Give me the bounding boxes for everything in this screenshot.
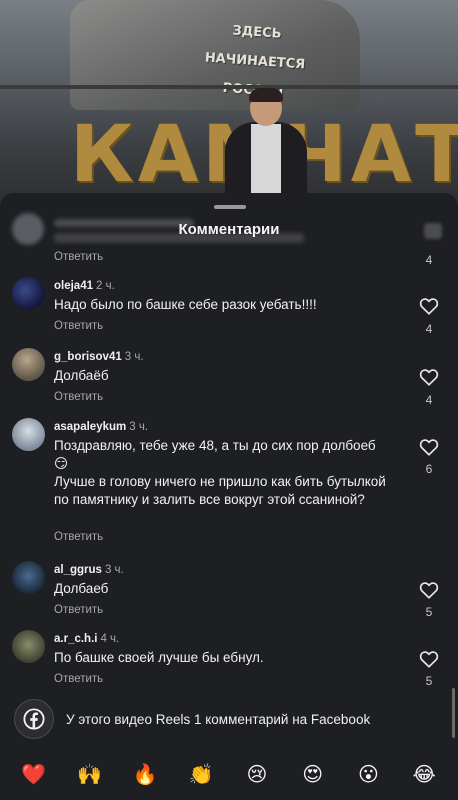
comment-text: Поздравляю, тебе уже 48, а ты до сих пор… [54,438,376,471]
heart-icon[interactable] [419,581,439,599]
comment-text: Долбаеб [54,581,109,596]
like-count: 5 [425,674,433,688]
heart-icon[interactable] [419,438,439,456]
username[interactable]: a.r_c.h.i [54,633,97,645]
comment-text: По башке своей лучше бы ебнул. [54,650,264,665]
reel-video-background: ЗДЕСЬ НАЧИНАЕТСЯ РОССИЯ КАМЧАТКА [0,0,458,215]
username[interactable]: oleja41 [54,280,93,292]
reply-button[interactable]: Ответить [54,673,103,685]
sheet-title: Комментарии [178,221,280,238]
comment-meta: oleja41 2 ч. [54,280,115,292]
comment-text: Долбаёб [54,368,109,383]
quick-reactions-bar: ❤️ 🙌 🔥 👏 😢 😍 😮 😂 [0,751,458,797]
comment-meta: a.r_c.h.i 4 ч. [54,633,119,645]
like-count: 5 [425,605,433,619]
heart-icon[interactable] [419,368,439,386]
surprised-reaction[interactable]: 😮 [353,762,383,786]
like-count: 4 [425,393,433,407]
like-count: 4 [425,253,433,267]
person-in-video [215,88,315,202]
reply-button[interactable]: Ответить [54,320,103,332]
comment-time: 3 ч. [104,564,124,576]
comment-meta: g_borisov41 3 ч. [54,351,144,363]
avatar[interactable] [12,277,45,310]
avatar[interactable] [12,418,45,451]
crying-reaction[interactable]: 😢 [242,762,272,786]
heart-icon[interactable] [419,297,439,315]
fire-reaction[interactable]: 🔥 [130,762,160,786]
reply-button[interactable]: Ответить [54,604,103,616]
facebook-comments-link[interactable]: У этого видео Reels 1 комментарий на Fac… [0,695,458,745]
facebook-icon [14,699,54,739]
fence [0,85,458,89]
sheet-drag-handle[interactable] [214,205,246,209]
comment-meta: al_ggrus 3 ч. [54,564,124,576]
username[interactable]: asapaleykum [54,421,126,433]
heart-reaction[interactable]: ❤️ [19,762,49,786]
comments-sheet: Комментарии Ответить 4 oleja41 2 ч. Надо … [0,193,458,800]
avatar[interactable] [12,561,45,594]
like-count: 4 [425,322,433,336]
comment-time: 4 ч. [100,633,120,645]
comment-time: 3 ч. [129,421,149,433]
username[interactable]: al_ggrus [54,564,102,576]
username[interactable]: g_borisov41 [54,351,122,363]
reply-button[interactable]: Ответить [54,251,103,263]
avatar[interactable] [12,348,45,381]
heart-eyes-reaction[interactable]: 😍 [298,762,328,786]
comment-time: 3 ч. [124,351,144,363]
facebook-note-text: У этого видео Reels 1 комментарий на Fac… [66,712,371,727]
reply-button[interactable]: Ответить [54,391,103,403]
like-count: 6 [425,462,433,476]
comment-text-continued: Лучше в голову ничего не пришло как бить… [54,474,386,507]
reply-button[interactable]: Ответить [54,531,103,543]
raising-hands-reaction[interactable]: 🙌 [75,762,105,786]
comment-meta: asapaleykum 3 ч. [54,421,148,433]
comment-time: 2 ч. [96,280,115,292]
comment-text: Надо было по башке себе разок уебать!!!! [54,297,317,312]
avatar[interactable] [12,630,45,663]
laughing-reaction[interactable]: 😂 [409,762,439,786]
clapping-reaction[interactable]: 👏 [186,762,216,786]
heart-icon[interactable] [419,650,439,668]
